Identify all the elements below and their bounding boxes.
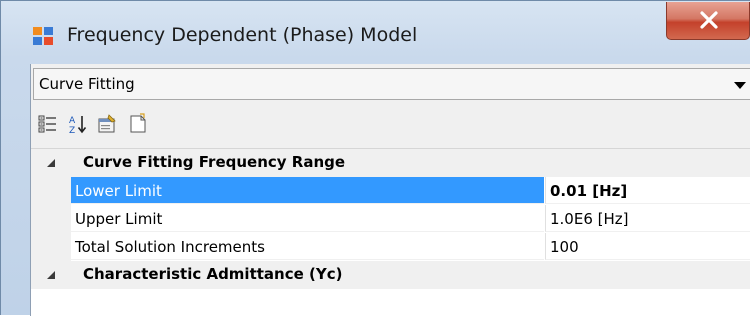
title-bar[interactable]: Frequency Dependent (Phase) Model: [1, 1, 750, 51]
svg-text:A: A: [69, 116, 76, 126]
close-icon: [700, 11, 718, 29]
property-value[interactable]: 0.01 [Hz]: [545, 177, 750, 204]
svg-text:Z: Z: [69, 126, 75, 135]
collapse-triangle-icon[interactable]: [46, 158, 56, 168]
property-name-text: Upper Limit: [75, 210, 163, 228]
property-value-text: 100: [550, 238, 579, 256]
category-label: Characteristic Admittance (Yc): [83, 265, 343, 283]
property-value-text: 0.01 [Hz]: [550, 182, 628, 200]
dialog-window: Frequency Dependent (Phase) Model Curve …: [0, 0, 750, 317]
dropdown-value: Curve Fitting: [39, 75, 135, 93]
alphabetical-sort-icon[interactable]: A Z: [67, 113, 89, 135]
property-grid: Curve Fitting Frequency Range Lower Limi…: [31, 148, 750, 317]
property-row[interactable]: Total Solution Increments 100: [31, 233, 750, 261]
dropdown-arrow-icon[interactable]: [734, 82, 746, 89]
property-name[interactable]: Lower Limit: [71, 177, 544, 204]
property-pages-icon[interactable]: [97, 113, 119, 135]
property-name[interactable]: Upper Limit: [71, 205, 544, 232]
object-selector-dropdown[interactable]: Curve Fitting: [33, 68, 750, 100]
property-row[interactable]: Lower Limit 0.01 [Hz]: [31, 177, 750, 205]
property-panel: Curve Fitting A Z Curve Fitting Frequenc…: [30, 64, 750, 317]
category-row[interactable]: Characteristic Admittance (Yc): [31, 261, 750, 289]
property-name[interactable]: Total Solution Increments: [71, 233, 544, 260]
property-value-text: 1.0E6 [Hz]: [550, 210, 629, 228]
events-icon[interactable]: [127, 113, 149, 135]
category-row[interactable]: Curve Fitting Frequency Range: [31, 149, 750, 177]
property-value[interactable]: 1.0E6 [Hz]: [545, 205, 750, 232]
close-button[interactable]: [666, 2, 750, 40]
property-name-text: Lower Limit: [75, 182, 162, 200]
window-title: Frequency Dependent (Phase) Model: [67, 24, 418, 46]
row-gutter: [31, 205, 71, 233]
property-row[interactable]: Upper Limit 1.0E6 [Hz]: [31, 205, 750, 233]
row-gutter: [31, 233, 71, 261]
property-toolbar: A Z: [31, 109, 750, 139]
collapse-triangle-icon[interactable]: [46, 270, 56, 280]
property-value[interactable]: 100: [545, 233, 750, 260]
row-gutter: [31, 177, 71, 205]
category-label: Curve Fitting Frequency Range: [83, 153, 346, 171]
categorized-icon[interactable]: [37, 113, 59, 135]
app-icon: [33, 27, 53, 45]
property-name-text: Total Solution Increments: [75, 238, 265, 256]
